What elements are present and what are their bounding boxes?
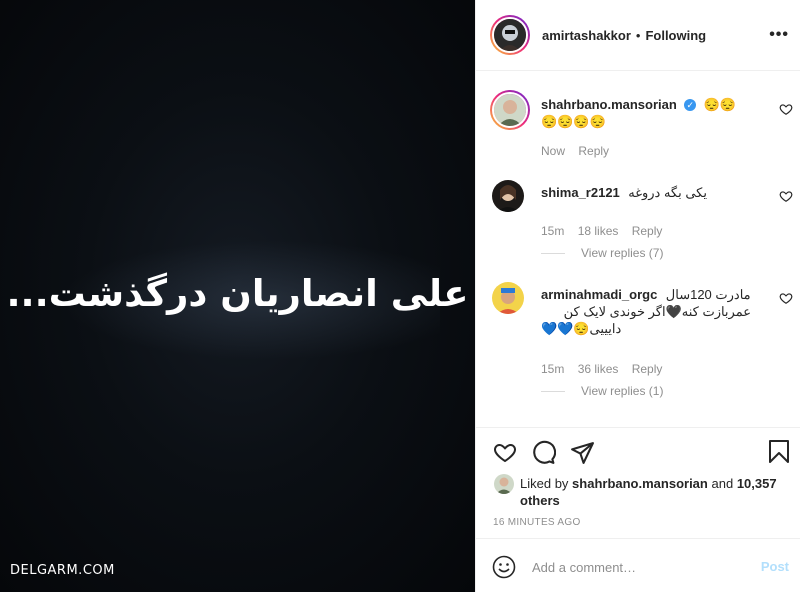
comment-icon[interactable] xyxy=(531,440,556,465)
media-headline: علی انصاریان درگذشت... xyxy=(6,272,469,315)
emoji-icon[interactable] xyxy=(492,555,516,579)
divider-line xyxy=(541,390,565,392)
post-media[interactable]: علی انصاریان درگذشت... DELGARM.COM xyxy=(0,0,475,592)
like-comment-heart-icon[interactable] xyxy=(779,291,793,305)
post-actions: Liked by shahrbano.mansorian and 10,357 … xyxy=(476,427,800,545)
reply-button[interactable]: Reply xyxy=(632,224,663,238)
view-replies-button[interactable]: View replies (7) xyxy=(541,246,663,260)
comment-time: 15m xyxy=(541,362,565,376)
post-header: amirtashakkor • Following ••• xyxy=(476,0,800,71)
comment-time: Now xyxy=(541,144,566,158)
view-replies-label: View replies (7) xyxy=(581,246,664,260)
separator-dot: • xyxy=(635,27,641,43)
more-options-icon[interactable]: ••• xyxy=(769,26,789,44)
likes-prefix: Liked by xyxy=(520,476,569,491)
comment-text-line-3: دایییی😔💙💙 xyxy=(541,321,622,336)
comment-meta: 15m 36 likes Reply xyxy=(541,362,672,376)
comment-likes[interactable]: 36 likes xyxy=(578,362,619,376)
author-username[interactable]: amirtashakkor xyxy=(542,28,631,43)
comment-text: یکی بگه دروغه xyxy=(628,185,707,200)
comments-list[interactable]: shahrbano.mansorian ✓ 😔😔😔😔😔😔 Now Reply s… xyxy=(476,72,800,427)
view-replies-label: View replies (1) xyxy=(581,384,664,398)
bookmark-icon[interactable] xyxy=(768,439,790,464)
comment-input[interactable]: Add a comment… xyxy=(532,560,636,575)
comment-text-line-2: عمربازت کنه🖤اگر خوندی لایک کن xyxy=(563,304,751,319)
post-timestamp[interactable]: 16 MINUTES AGO xyxy=(493,517,581,528)
comment-likes[interactable]: 18 likes xyxy=(578,224,619,238)
heart-icon[interactable] xyxy=(492,440,518,464)
comment-username[interactable]: shima_r2121 xyxy=(541,185,620,200)
view-replies-button[interactable]: View replies (1) xyxy=(541,384,663,398)
commenter-avatar[interactable] xyxy=(492,282,524,314)
comment-username[interactable]: arminahmadi_orgc xyxy=(541,287,657,302)
reply-button[interactable]: Reply xyxy=(632,362,663,376)
post-button[interactable]: Post xyxy=(761,559,789,574)
watermark: DELGARM.COM xyxy=(10,563,115,578)
like-comment-heart-icon[interactable] xyxy=(779,189,793,203)
divider-line xyxy=(541,252,565,254)
likes-summary: Liked by shahrbano.mansorian and 10,357 … xyxy=(520,475,790,509)
commenter-avatar-ring[interactable] xyxy=(490,90,530,130)
comment-text-line-1: مادرت 120سال xyxy=(665,287,751,302)
comment-time: 15m xyxy=(541,224,565,238)
commenter-avatar[interactable] xyxy=(492,180,524,212)
likes-and: and xyxy=(711,476,734,491)
author-avatar xyxy=(494,19,526,51)
liked-by-user[interactable]: shahrbano.mansorian xyxy=(572,476,708,491)
share-icon[interactable] xyxy=(570,440,595,465)
reply-button[interactable]: Reply xyxy=(578,144,609,158)
verified-badge-icon: ✓ xyxy=(684,98,697,111)
like-comment-heart-icon[interactable] xyxy=(779,102,793,116)
commenter-avatar xyxy=(494,94,526,126)
liker-avatar[interactable] xyxy=(494,474,514,494)
author-avatar-ring[interactable] xyxy=(490,15,530,55)
following-button[interactable]: Following xyxy=(645,28,706,43)
post-panel: amirtashakkor • Following ••• shahrbano.… xyxy=(475,0,800,592)
comment-username[interactable]: shahrbano.mansorian xyxy=(541,97,677,112)
comment-meta: Now Reply xyxy=(541,144,619,158)
comment-meta: 15m 18 likes Reply xyxy=(541,224,672,238)
add-comment-bar: Add a comment… Post xyxy=(476,538,800,592)
